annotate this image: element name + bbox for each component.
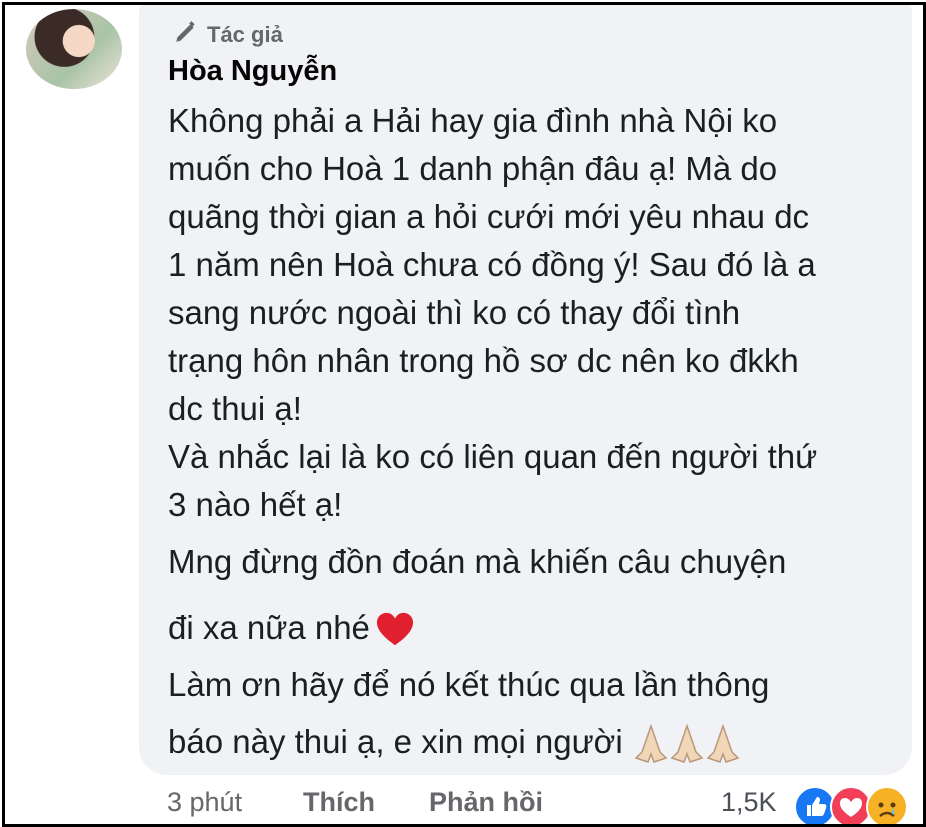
author-badge: Tác giả — [173, 19, 283, 51]
screenshot-frame: Tác giả Hòa Nguyễn Không phải a Hải hay … — [2, 2, 926, 827]
comment-line-with-heart: đi xa nữa nhé — [168, 595, 903, 661]
comment-line: 1 năm nên Hoà chưa có đồng ý! Sau đó là … — [168, 246, 816, 283]
folded-hands-emoji — [670, 724, 704, 764]
sad-reaction-icon[interactable] — [866, 786, 908, 827]
comment-line: muốn cho Hoà 1 danh phận đâu ạ! Mà do — [168, 150, 778, 187]
folded-hands-emoji — [706, 724, 740, 764]
comment-line: sang nước ngoài thì ko có thay đổi tình — [168, 294, 741, 331]
avatar[interactable] — [26, 9, 122, 89]
comment-line: báo này thui ạ, e xin mọi người — [168, 723, 623, 760]
comment-line: trạng hôn nhân trong hồ sơ dc nên ko đkk… — [168, 342, 799, 379]
comment-text: Không phải a Hải hay gia đình nhà Nội ko… — [168, 97, 903, 775]
like-button[interactable]: Thích — [303, 787, 375, 818]
comment-line: quãng thời gian a hỏi cưới mới yêu nhau … — [168, 198, 810, 235]
comment-line: dc thui ạ! — [168, 390, 302, 427]
comment-line: Và nhắc lại là ko có liên quan đến người… — [168, 438, 818, 475]
reply-button[interactable]: Phản hồi — [429, 787, 543, 818]
comment-line: Mng đừng đồn đoán mà khiến câu chuyện — [168, 543, 787, 580]
reaction-count[interactable]: 1,5K — [721, 787, 777, 818]
red-heart-emoji — [376, 613, 413, 646]
comment-line: Không phải a Hải hay gia đình nhà Nội ko — [168, 102, 778, 139]
pen-icon — [173, 19, 199, 51]
timestamp[interactable]: 3 phút — [167, 787, 242, 818]
comment-line: Làm ơn hãy để nó kết thúc qua lần thông — [168, 666, 770, 703]
author-name[interactable]: Hòa Nguyễn — [168, 55, 337, 88]
comment-line: đi xa nữa nhé — [168, 609, 370, 646]
comment-line: 3 nào hết ạ! — [168, 486, 343, 523]
comment-line-with-emoji: báo này thui ạ, e xin mọi người — [168, 709, 903, 775]
folded-hands-emoji — [634, 724, 668, 764]
author-badge-label: Tác giả — [207, 22, 283, 47]
